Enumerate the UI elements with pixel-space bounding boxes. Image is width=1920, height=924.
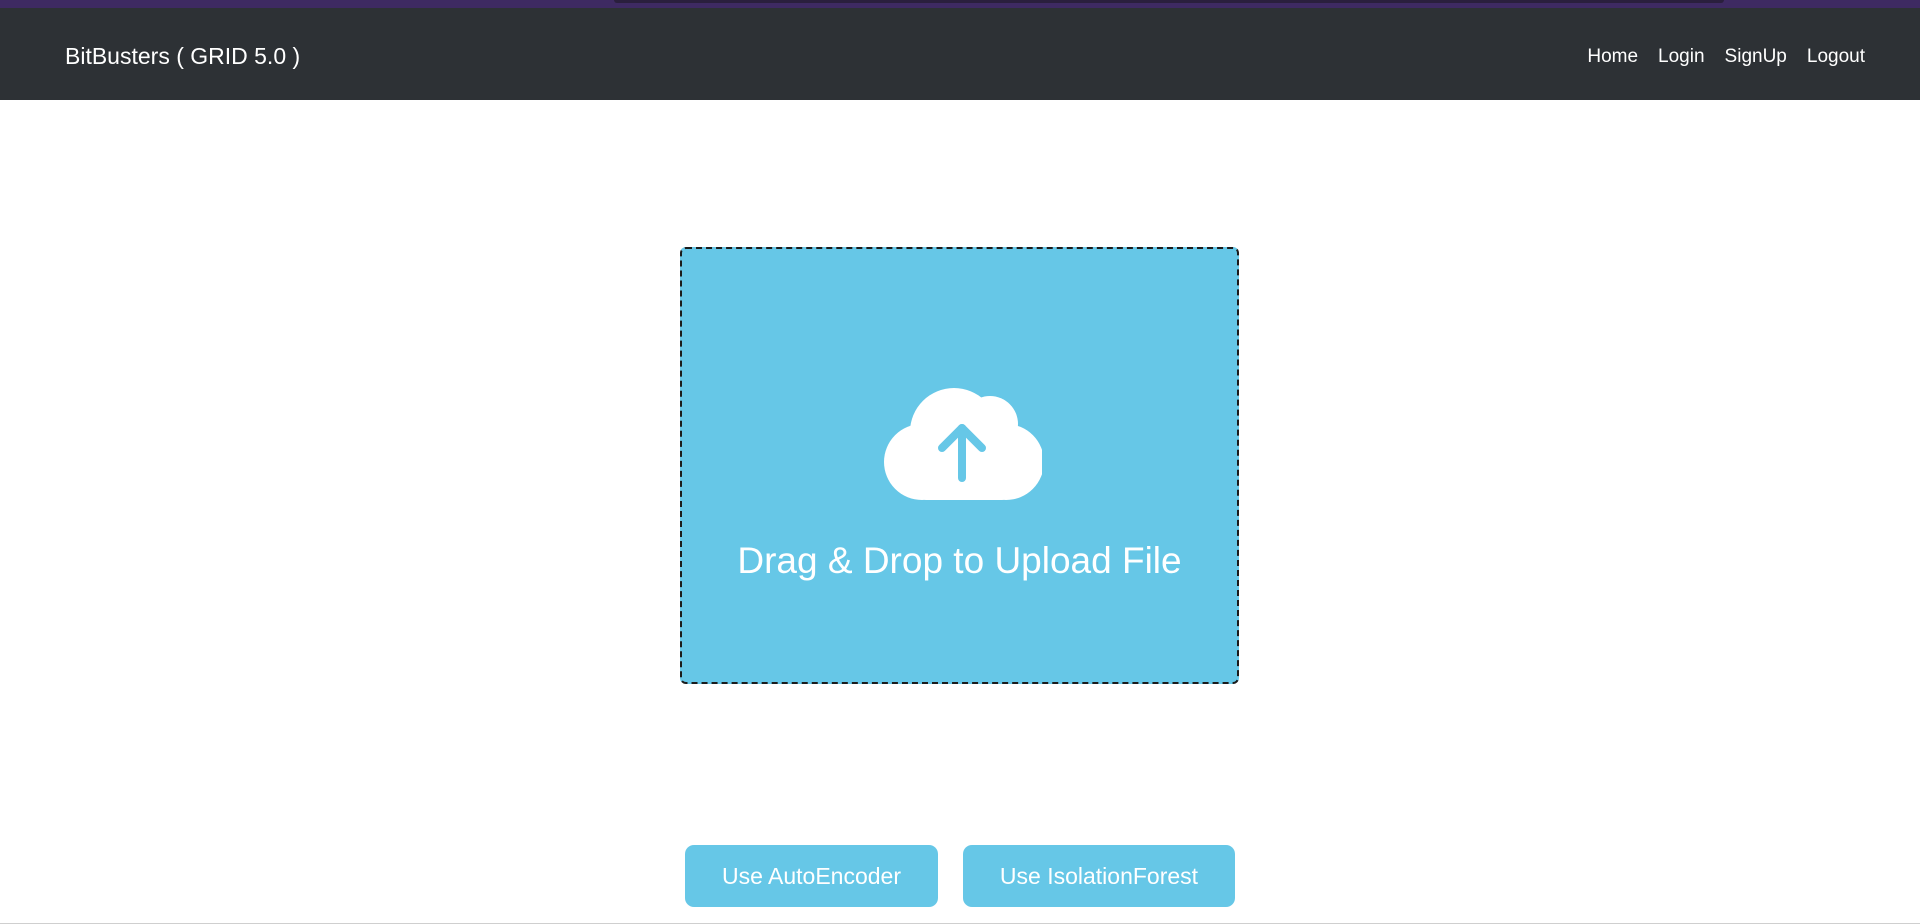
navbar: BitBusters ( GRID 5.0 ) Home Login SignU… [0,8,1920,100]
nav-link-home[interactable]: Home [1587,45,1638,69]
nav-link-signup[interactable]: SignUp [1725,45,1787,69]
use-autoencoder-button[interactable]: Use AutoEncoder [685,845,938,907]
brand-link[interactable]: BitBusters ( GRID 5.0 ) [65,42,300,70]
browser-tab-edge [614,0,1724,3]
use-isolationforest-button[interactable]: Use IsolationForest [963,845,1235,907]
file-dropzone[interactable]: Drag & Drop to Upload File [680,247,1239,684]
cloud-upload-icon [884,388,1042,500]
nav-links: Home Login SignUp Logout [1587,45,1865,69]
nav-link-login[interactable]: Login [1658,45,1705,69]
nav-link-logout[interactable]: Logout [1807,45,1865,69]
browser-top-strip [0,0,1920,8]
dropzone-label: Drag & Drop to Upload File [737,540,1182,581]
